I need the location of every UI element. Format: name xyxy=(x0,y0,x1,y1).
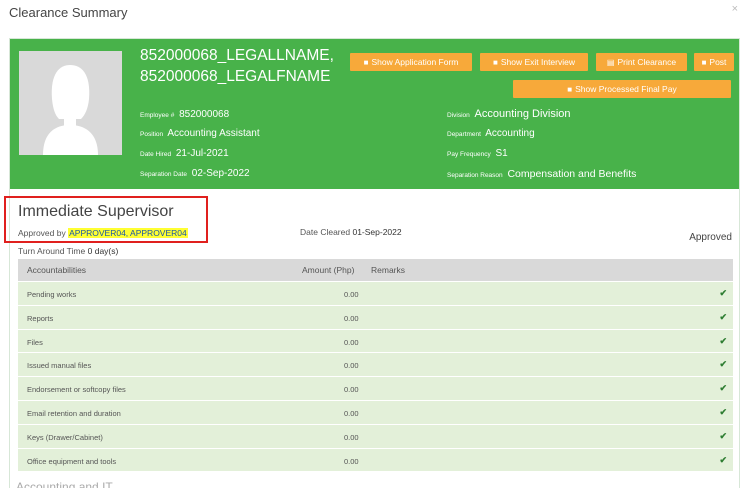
table-row: Files 0.00 ✔ xyxy=(18,328,733,353)
employee-number: Employee # 852000068 xyxy=(140,109,230,120)
employee-department: Department Accounting xyxy=(447,128,535,139)
print-clearance-button[interactable]: ▤ Print Clearance xyxy=(596,53,687,71)
employee-date-hired: Date Hired 21-Jul-2021 xyxy=(140,148,229,159)
amount-cell: 0.00 xyxy=(344,408,359,418)
amount-cell: 0.00 xyxy=(344,337,359,347)
print-icon: ▤ xyxy=(606,58,615,67)
table-header: Accountabilities Amount (Php) Remarks xyxy=(18,259,733,281)
table-row: Keys (Drawer/Cabinet) 0.00 ✔ xyxy=(18,423,733,448)
check-icon: ✔ xyxy=(719,430,727,441)
turn-around-time: Turn Around Time 0 day(s) xyxy=(18,246,119,256)
employee-position: Position Accounting Assistant xyxy=(140,128,260,139)
approved-by: Approved by APPROVER04, APPROVER04 xyxy=(18,228,188,238)
employee-pay-frequency: Pay Frequency S1 xyxy=(447,148,508,159)
employee-name-line1: 852000068_LEGALLNAME, xyxy=(140,47,334,64)
next-section-title: Accounting and IT xyxy=(16,480,113,488)
check-icon: ✔ xyxy=(719,383,727,394)
accountability-item: Files xyxy=(27,337,43,347)
file-icon: ■ xyxy=(701,58,707,67)
post-button[interactable]: ■ Post xyxy=(694,53,734,71)
employee-name: 852000068_LEGALLNAME, 852000068_LEGALFNA… xyxy=(140,45,340,87)
table-row: Reports 0.00 ✔ xyxy=(18,304,733,329)
table-row: Endorsement or softcopy files 0.00 ✔ xyxy=(18,376,733,400)
amount-cell: 0.00 xyxy=(344,432,359,442)
table-row: Pending works 0.00 ✔ xyxy=(18,281,733,305)
accountability-item: Keys (Drawer/Cabinet) xyxy=(27,432,103,442)
column-header-amount: Amount (Php) xyxy=(302,265,355,275)
check-icon: ✔ xyxy=(719,359,727,370)
clearance-panel: 852000068_LEGALLNAME, 852000068_LEGALFNA… xyxy=(4,38,740,488)
close-icon[interactable]: × xyxy=(732,3,738,15)
table-row: Issued manual files 0.00 ✔ xyxy=(18,352,733,377)
table-row: Email retention and duration 0.00 ✔ xyxy=(18,399,733,424)
accountability-item: Endorsement or softcopy files xyxy=(27,385,126,395)
file-icon: ■ xyxy=(567,85,573,94)
amount-cell: 0.00 xyxy=(344,385,359,395)
show-application-form-button[interactable]: ■ Show Application Form xyxy=(350,53,472,71)
accountability-item: Reports xyxy=(27,313,54,323)
accountability-item: Issued manual files xyxy=(27,361,92,371)
check-icon: ✔ xyxy=(719,454,727,465)
employee-banner: 852000068_LEGALLNAME, 852000068_LEGALFNA… xyxy=(10,39,739,189)
employee-division: Division Accounting Division xyxy=(447,108,571,120)
check-icon: ✔ xyxy=(719,335,727,346)
amount-cell: 0.00 xyxy=(344,456,359,466)
accountability-item: Office equipment and tools xyxy=(27,456,117,466)
amount-cell: 0.00 xyxy=(344,290,359,299)
amount-cell: 0.00 xyxy=(344,313,359,323)
status-badge: Approved xyxy=(689,232,732,243)
modal-header: Clearance Summary × xyxy=(0,0,746,30)
accountabilities-table: Accountabilities Amount (Php) Remarks Pe… xyxy=(18,259,733,472)
check-icon: ✔ xyxy=(719,406,727,417)
date-cleared: Date Cleared 01-Sep-2022 xyxy=(300,227,402,237)
employee-separation-date: Separation Date 02-Sep-2022 xyxy=(140,168,250,179)
avatar xyxy=(19,51,122,155)
column-header-remarks: Remarks xyxy=(371,265,406,275)
file-icon: ■ xyxy=(492,58,498,67)
accountability-item: Email retention and duration xyxy=(27,408,121,418)
accountability-item: Pending works xyxy=(27,290,77,299)
employee-name-line2: 852000068_LEGALFNAME xyxy=(140,68,331,85)
table-row: Office equipment and tools 0.00 ✔ xyxy=(18,447,733,472)
show-processed-final-pay-button[interactable]: ■ Show Processed Final Pay xyxy=(513,80,731,98)
column-header-accountabilities: Accountabilities xyxy=(27,265,87,275)
modal-title: Clearance Summary xyxy=(9,5,128,20)
amount-cell: 0.00 xyxy=(344,361,359,371)
employee-separation-reason: Separation Reason Compensation and Benef… xyxy=(447,168,637,180)
file-icon: ■ xyxy=(363,58,369,67)
check-icon: ✔ xyxy=(719,311,727,322)
person-silhouette-icon xyxy=(19,51,122,155)
approver-names: APPROVER04, APPROVER04 xyxy=(68,228,188,238)
check-icon: ✔ xyxy=(719,288,727,298)
section-title: Immediate Supervisor xyxy=(18,203,174,220)
show-exit-interview-button[interactable]: ■ Show Exit Interview xyxy=(480,53,588,71)
